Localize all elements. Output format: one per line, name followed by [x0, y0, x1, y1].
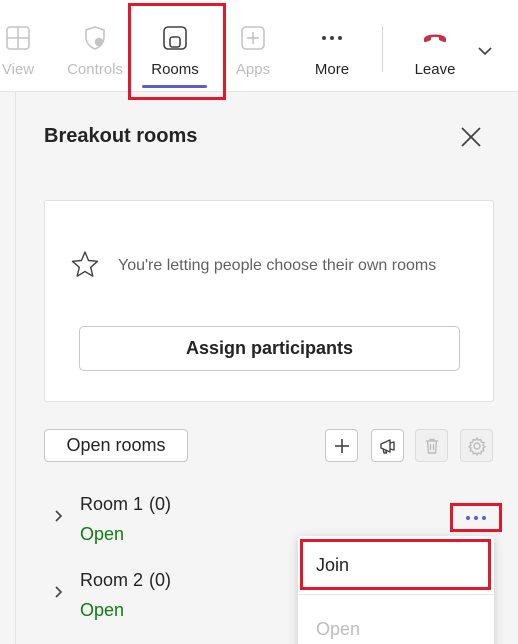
- shield-gear-icon: [85, 26, 105, 50]
- delete-rooms-button[interactable]: [415, 429, 448, 462]
- panel-divider: [15, 92, 16, 644]
- gear-icon: [467, 436, 486, 456]
- room-name: Room 1 (0): [80, 494, 172, 514]
- leave-label: Leave: [414, 61, 456, 78]
- menu-divider: [298, 594, 494, 595]
- chevron-right-icon[interactable]: [50, 508, 66, 524]
- room-participant-count: (0): [149, 494, 172, 514]
- apps-label: Apps: [235, 61, 271, 78]
- room-status: Open: [80, 524, 125, 544]
- controls-button[interactable]: Controls: [60, 0, 130, 92]
- room-participant-count: (0): [149, 570, 172, 590]
- close-icon[interactable]: [458, 124, 484, 150]
- plus-icon: [334, 438, 349, 453]
- assign-participants-button[interactable]: Assign participants: [79, 326, 460, 371]
- sparkle-star-icon: [71, 251, 99, 277]
- highlight-box: [300, 539, 491, 590]
- room-name: Room 2 (0): [80, 570, 172, 590]
- controls-label: Controls: [67, 61, 123, 78]
- leave-button[interactable]: Leave: [400, 0, 470, 92]
- hang-up-icon: [424, 34, 446, 43]
- panel-title: Breakout rooms: [44, 125, 198, 147]
- more-horizontal-icon: [322, 36, 342, 40]
- room-assignment-card: You're letting people choose their own r…: [44, 200, 494, 402]
- chevron-right-icon[interactable]: [50, 584, 66, 600]
- info-message: You're letting people choose their own r…: [118, 257, 437, 274]
- megaphone-icon: [379, 438, 395, 454]
- toolbar-divider: [382, 26, 383, 72]
- more-label: More: [314, 61, 350, 78]
- highlight-box: [450, 503, 502, 532]
- meeting-toolbar: View Controls Rooms Apps More Leave: [0, 0, 518, 92]
- add-app-icon: [241, 26, 265, 50]
- room-status: Open: [80, 600, 125, 620]
- view-button[interactable]: View: [0, 0, 50, 92]
- apps-button[interactable]: Apps: [218, 0, 288, 92]
- room-settings-button[interactable]: [460, 429, 493, 462]
- more-button[interactable]: More: [297, 0, 367, 92]
- highlight-box: [128, 3, 226, 100]
- grid-icon: [6, 26, 30, 50]
- chevron-down-icon[interactable]: [476, 42, 494, 60]
- view-label: View: [1, 61, 35, 78]
- announcement-button[interactable]: [371, 429, 404, 462]
- add-room-button[interactable]: [325, 429, 358, 462]
- open-menu-item[interactable]: Open: [298, 604, 494, 644]
- open-rooms-button[interactable]: Open rooms: [44, 429, 188, 462]
- trash-icon: [425, 438, 438, 454]
